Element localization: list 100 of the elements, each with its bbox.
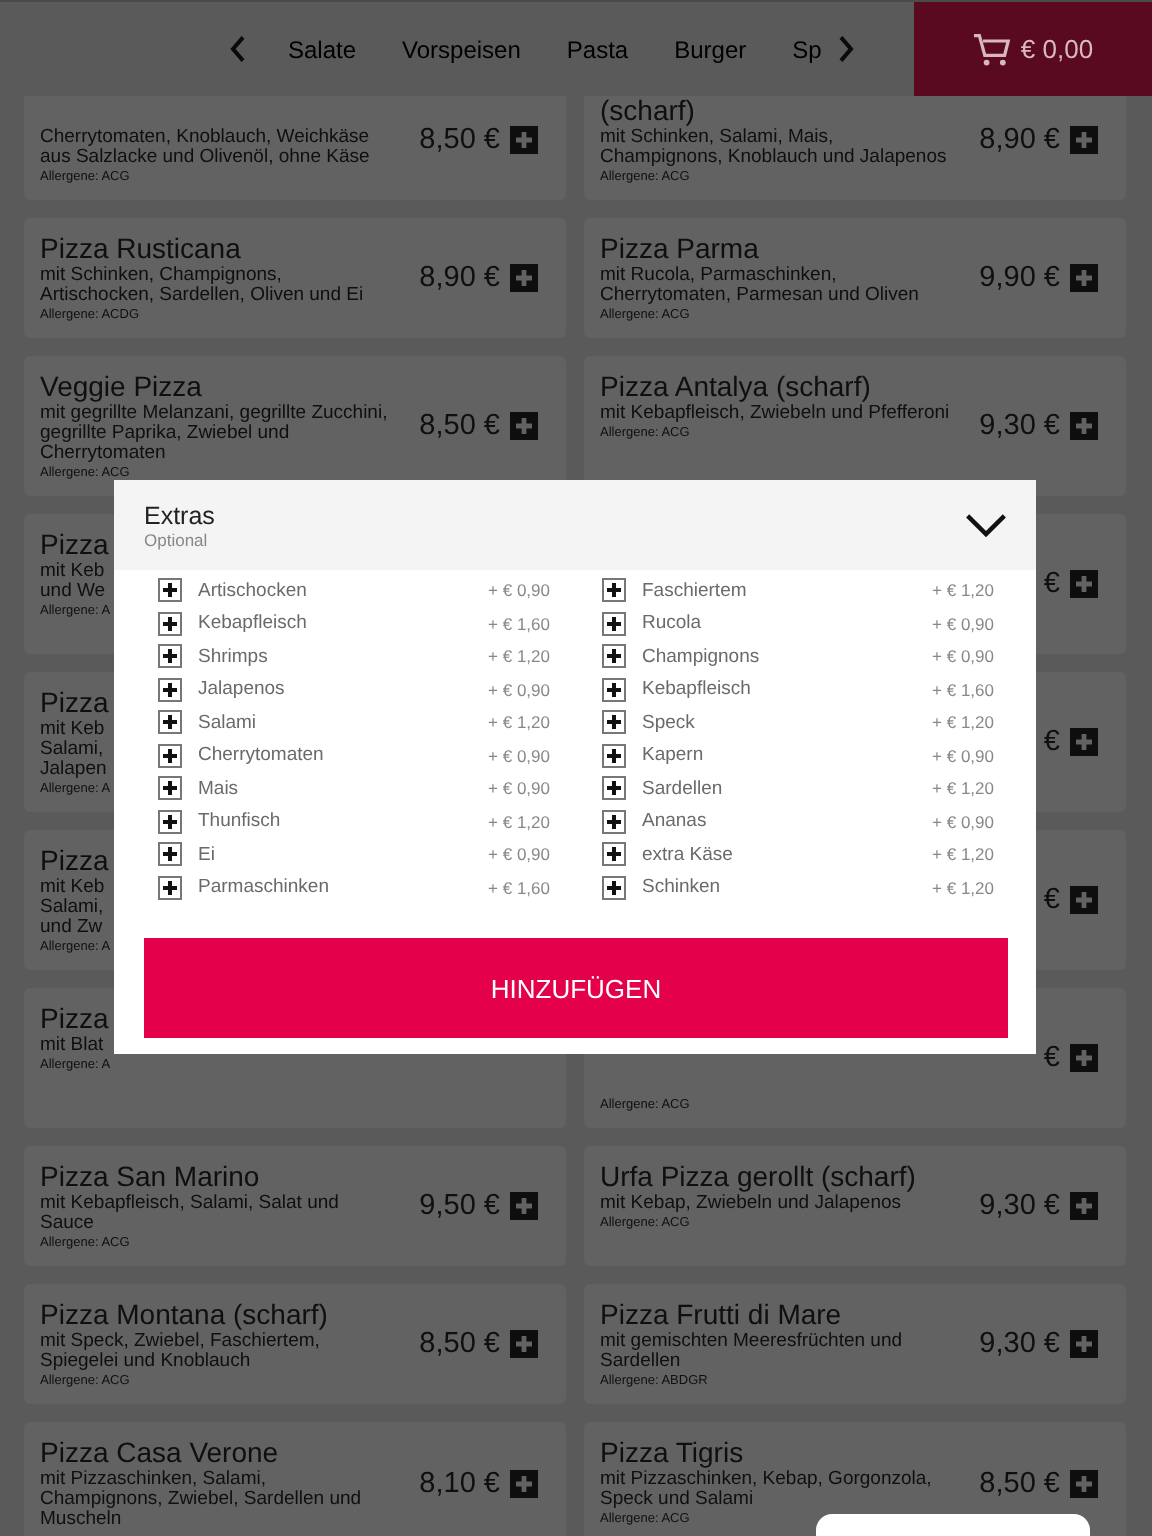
add-button[interactable] [510,1330,538,1358]
add-extra-button[interactable] [158,677,182,702]
cart-icon [972,31,1013,67]
item-name: Pizza Frutti di Mare [600,1298,842,1332]
add-extra-button[interactable] [158,875,182,900]
add-extra-button[interactable] [158,644,182,669]
extra-name: extra Käse [642,843,735,866]
add-extra-button[interactable] [602,743,626,768]
add-button[interactable] [1070,886,1098,914]
cart-button[interactable]: € 0,00 [914,2,1152,96]
add-extra-button[interactable] [602,677,626,702]
add-button[interactable] [510,1469,538,1497]
item-name: Pizza Montana (scharf) [40,1298,328,1332]
add-button[interactable] [1070,1192,1098,1220]
add-extra-button[interactable] [158,611,182,636]
plus-icon [158,842,182,867]
chevron-down-icon [964,512,1008,538]
plus-icon [158,743,182,768]
add-extra-button[interactable] [158,743,182,768]
category-tab[interactable]: Vorspeisen [402,35,521,63]
add-extra-button[interactable] [602,644,626,669]
extra-price: + € 0,90 [932,613,994,634]
extra-name: Kapern [642,744,706,767]
item-name: Pizza Rusticana [40,232,241,266]
item-price: € [1043,884,1060,916]
add-extra-button[interactable] [602,776,626,801]
item-description: und Zw [40,918,103,938]
plus-icon [602,578,626,603]
add-extra-button[interactable] [602,611,626,636]
item-description: Salami, [40,740,104,760]
category-tab[interactable]: Burger [674,35,747,63]
add-button[interactable] [510,126,538,154]
add-button[interactable] [1070,412,1098,440]
add-to-cart-button[interactable]: HINZUFÜGEN [144,938,1008,1038]
category-tab[interactable]: Pasta [566,35,629,63]
add-button[interactable] [1070,1469,1098,1497]
extra-price: + € 1,20 [932,712,994,733]
add-extra-button[interactable] [602,875,626,900]
add-extra-button[interactable] [602,842,626,867]
add-button[interactable] [1070,126,1098,154]
chevron-right-icon [836,34,856,64]
extra-name: Kebapfleisch [642,678,753,701]
add-extra-button[interactable] [158,842,182,867]
item-name: Pizza Tigris [600,1436,744,1470]
add-extra-button[interactable] [158,578,182,603]
item-description: mit Kebapfleisch, Zwiebeln und Pfefferoni [600,404,950,424]
item-price: 9,30 € [979,1328,1060,1360]
collapse-button[interactable] [964,512,1008,538]
extra-name: Faschiertem [642,579,749,602]
add-extra-button[interactable] [602,710,626,735]
plus-icon [510,1192,538,1220]
add-button[interactable] [510,1192,538,1220]
add-extra-button[interactable] [158,776,182,801]
item-name: Pizza [40,844,109,878]
item-description: mit Keb [40,878,105,898]
add-extra-button[interactable] [158,809,182,834]
add-button[interactable] [1070,728,1098,756]
item-description: mit Pizzaschinken, Salami, Champignons, Zwiebel, Sardellen und Muscheln [40,1470,364,1530]
item-description: mit gemischten Meeresfrüchten und Sardellen [600,1332,905,1372]
add-button[interactable] [1070,1330,1098,1358]
item-price: 8,50 € [419,410,500,442]
chevron-left-icon [228,34,248,64]
add-button[interactable] [510,264,538,292]
add-button[interactable] [1070,264,1098,292]
plus-icon [158,578,182,603]
extra-price: + € 0,90 [488,745,550,766]
extra-price: + € 1,20 [488,811,550,832]
item-name: Pizza [40,528,109,562]
item-description: mit Keb [40,720,105,740]
item-description: mit Kebapfleisch, Salami, Salat und Sauce [40,1194,341,1234]
plus-icon [602,809,626,834]
extra-name: Shrimps [198,645,270,668]
dialog-subtitle: Optional [144,529,210,549]
extra-price: + € 1,60 [488,877,550,898]
item-price: € [1043,568,1060,600]
item-name: Urfa Pizza gerollt (scharf) [600,1160,916,1194]
category-tab[interactable]: Sp [792,35,822,63]
plus-icon [1070,412,1098,440]
category-tab[interactable]: Salate [288,35,357,63]
plus-icon [1070,570,1098,598]
plus-icon [158,875,182,900]
item-description: und We [40,582,106,602]
plus-icon [158,809,182,834]
add-button[interactable] [1070,1044,1098,1072]
plus-icon [1070,1192,1098,1220]
add-button[interactable] [510,412,538,440]
extra-price: + € 0,90 [488,778,550,799]
extra-price: + € 1,20 [932,877,994,898]
item-description: mit Schinken, Salami, Mais, Champignons, Knoblauch und Jalapenos [600,128,949,168]
plus-icon [1070,1469,1098,1497]
extra-name: Sardellen [642,777,725,800]
add-extra-button[interactable] [158,710,182,735]
extra-name: Ananas [642,810,709,833]
add-extra-button[interactable] [602,578,626,603]
plus-icon [510,1330,538,1358]
add-button[interactable] [1070,570,1098,598]
add-extra-button[interactable] [602,809,626,834]
item-price: 8,90 € [419,262,500,294]
item-description: mit Rucola, Parmaschinken, Cherrytomaten, Parmesan und Oliven [600,266,921,306]
plus-icon [158,611,182,636]
